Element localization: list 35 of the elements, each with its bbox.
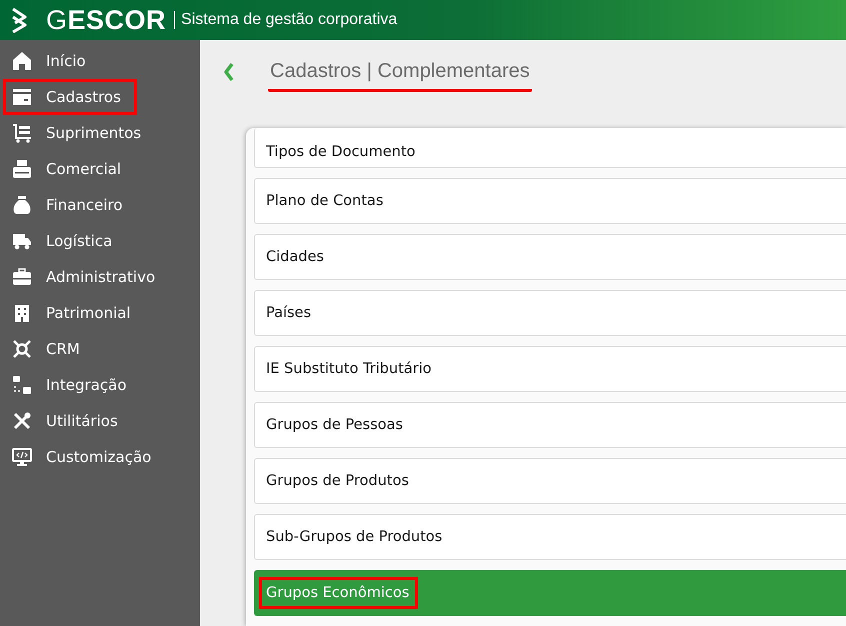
- sidebar-item[interactable]: Suprimentos: [3, 115, 150, 151]
- sidebar-item[interactable]: Comercial: [3, 151, 137, 187]
- monitor-code-icon: [12, 447, 32, 467]
- briefcase-icon: [12, 267, 32, 287]
- money-bag-icon: [12, 195, 32, 215]
- list-item[interactable]: Plano de Contas: [254, 178, 846, 224]
- sidebar-item[interactable]: Logística: [3, 223, 137, 259]
- sidebar-item[interactable]: Administrativo: [3, 259, 164, 295]
- list-item[interactable]: Grupos de Produtos: [254, 458, 846, 504]
- list-item[interactable]: Países: [254, 290, 846, 336]
- network-icon: [12, 339, 32, 359]
- list-item[interactable]: Cidades: [254, 234, 846, 280]
- brand-logo-text: GESCOR: [46, 4, 166, 36]
- app-subtitle: Sistema de gestão corporativa: [181, 11, 398, 29]
- flow-icon: [12, 375, 32, 395]
- list-item[interactable]: Grupos Econômicos: [254, 570, 846, 616]
- list-item[interactable]: Tipos de Documento: [254, 128, 846, 168]
- building-icon: [12, 303, 32, 323]
- list-item[interactable]: IE Substituto Tributário: [254, 346, 846, 392]
- sidebar-item[interactable]: Início: [3, 43, 137, 79]
- cart-icon: [12, 123, 32, 143]
- sidebar-item[interactable]: Financeiro: [3, 187, 137, 223]
- truck-icon: [12, 231, 32, 251]
- home-icon: [12, 51, 32, 71]
- page-title: Cadastros | Complementares: [268, 58, 532, 92]
- card-icon: [12, 87, 32, 107]
- sidebar-item[interactable]: Cadastros: [3, 79, 137, 115]
- list-item[interactable]: Grupos de Pessoas: [254, 402, 846, 448]
- sidebar-item[interactable]: CRM: [3, 331, 137, 367]
- list-item[interactable]: Sub-Grupos de Produtos: [254, 514, 846, 560]
- sidebar-item[interactable]: Patrimonial: [3, 295, 140, 331]
- sidebar-item[interactable]: Customização: [3, 439, 160, 475]
- sidebar-item[interactable]: Utilitários: [3, 403, 137, 439]
- sidebar-item[interactable]: Integração: [3, 367, 137, 403]
- tools-icon: [12, 411, 32, 431]
